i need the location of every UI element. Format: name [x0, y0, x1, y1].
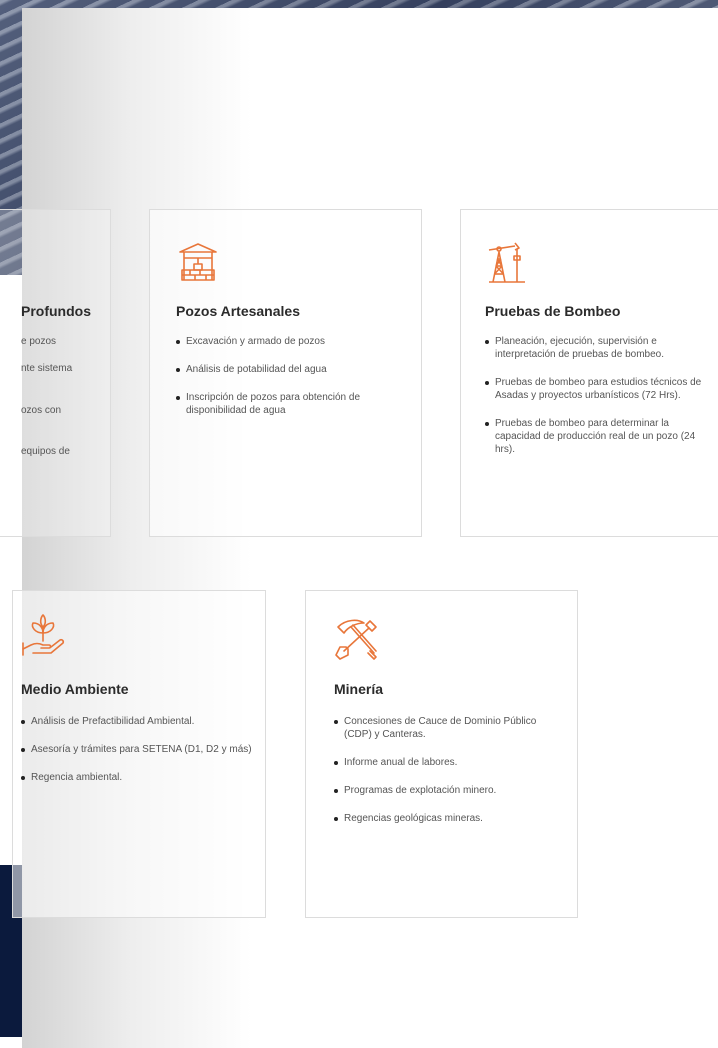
list-item: Análisis de Prefactibilidad Ambiental.: [21, 715, 253, 728]
card-title: Medio Ambiente: [21, 681, 129, 697]
card-mineria: Minería Concesiones de Cauce de Dominio …: [305, 590, 578, 918]
pickaxe-shovel-icon: [334, 617, 378, 661]
list-item: Excavación y armado de pozos: [176, 335, 408, 348]
list-item: Programas de explotación minero.: [334, 784, 564, 797]
card-pozos-profundos: Profundos e pozos nte sistema ozos con e…: [0, 209, 111, 537]
services-panel: Profundos e pozos nte sistema ozos con e…: [0, 8, 718, 1048]
card-title: Profundos: [21, 303, 91, 319]
card-title: Pozos Artesanales: [176, 303, 300, 319]
card-list: Concesiones de Cauce de Dominio Público …: [334, 715, 564, 840]
plant-hand-icon: [21, 613, 65, 657]
list-item: Asesoría y trámites para SETENA (D1, D2 …: [21, 743, 253, 756]
list-item: Pruebas de bombeo para estudios técnicos…: [485, 376, 715, 402]
card-text-fragment: equipos de: [21, 446, 70, 457]
card-text-fragment: nte sistema: [21, 363, 73, 374]
card-pruebas-bombeo: Pruebas de Bombeo Planeación, ejecución,…: [460, 209, 718, 537]
card-text-fragment: e pozos: [21, 336, 57, 347]
card-title: Pruebas de Bombeo: [485, 303, 621, 319]
list-item: Regencia ambiental.: [21, 771, 253, 784]
card-text-fragment: ozos con: [21, 405, 62, 416]
well-icon: [176, 240, 220, 284]
card-pozos-artesanales: Pozos Artesanales Excavación y armado de…: [149, 209, 422, 537]
list-item: Regencias geológicas mineras.: [334, 812, 564, 825]
pump-jack-icon: [485, 240, 529, 284]
list-item: Análisis de potabilidad del agua: [176, 363, 408, 376]
card-medio-ambiente: Medio Ambiente Análisis de Prefactibilid…: [12, 590, 266, 918]
list-item: Planeación, ejecución, supervisión e int…: [485, 335, 715, 361]
card-list: Excavación y armado de pozos Análisis de…: [176, 335, 408, 432]
list-item: Concesiones de Cauce de Dominio Público …: [334, 715, 564, 741]
card-list: Análisis de Prefactibilidad Ambiental. A…: [21, 715, 253, 799]
list-item: Informe anual de labores.: [334, 756, 564, 769]
card-list: Planeación, ejecución, supervisión e int…: [485, 335, 715, 471]
list-item: Inscripción de pozos para obtención de d…: [176, 391, 408, 417]
list-item: Pruebas de bombeo para determinar la cap…: [485, 417, 715, 456]
card-title: Minería: [334, 681, 384, 697]
